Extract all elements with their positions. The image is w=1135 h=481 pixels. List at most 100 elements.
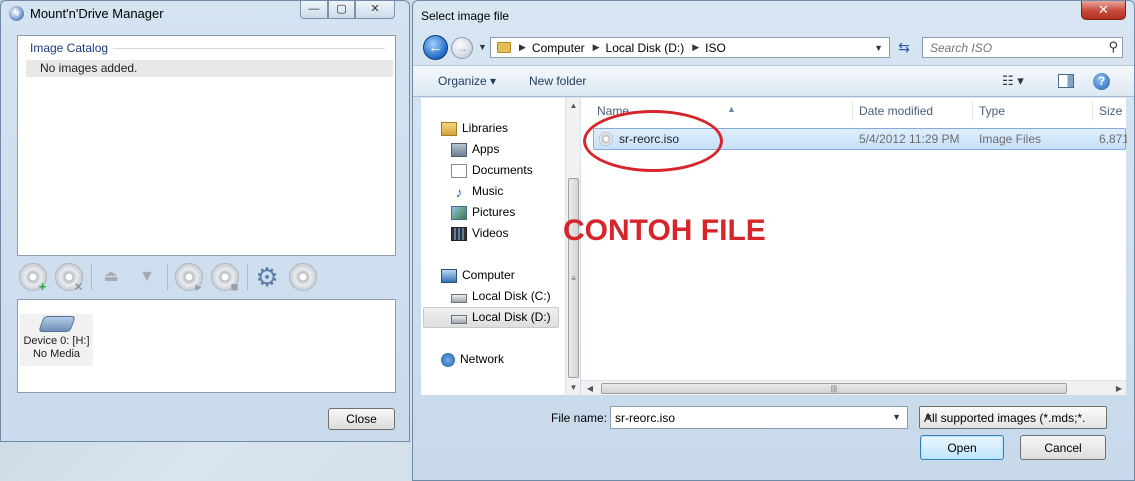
minimize-button[interactable]: —	[300, 1, 328, 19]
annotation-text: CONTOH FILE	[563, 214, 766, 247]
breadcrumb-computer[interactable]: Computer	[532, 41, 585, 55]
scroll-up-arrow-icon[interactable]: ▲	[566, 98, 581, 113]
help-icon[interactable]: ?	[1093, 73, 1110, 90]
command-bar: Organize ▾ New folder ☷ ▾ ?	[413, 65, 1134, 97]
file-name-input[interactable]	[611, 407, 881, 428]
videos-icon	[451, 226, 467, 241]
nav-item-local-disk-c[interactable]: Local Disk (C:)	[451, 287, 551, 306]
nav-item-network[interactable]: Network	[441, 350, 504, 369]
documents-icon	[451, 163, 467, 178]
breadcrumb-local-disk-d[interactable]: Local Disk (D:)	[606, 41, 685, 55]
nav-item-label: Videos	[472, 226, 509, 240]
network-icon	[441, 352, 455, 367]
file-horizontal-scrollbar[interactable]: ◀ ||| ▶	[581, 380, 1126, 395]
mnd-close-window-button[interactable]: ✕	[355, 1, 395, 19]
nav-item-label: Network	[460, 352, 505, 366]
mountndrive-window: ϟ Mount'n'Drive Manager — ▢ ✕ Image Cata…	[0, 0, 410, 442]
file-type-filter-select[interactable]: All supported images (*.mds;*.r ▼	[919, 406, 1107, 429]
new-folder-button[interactable]: New folder	[529, 74, 586, 88]
preview-pane-icon[interactable]	[1058, 74, 1074, 88]
file-name-combobox[interactable]: ▼	[610, 406, 908, 429]
nav-item-computer[interactable]: Computer	[441, 266, 515, 285]
nav-item-pictures[interactable]: Pictures	[451, 203, 515, 222]
open-button[interactable]: Open	[920, 435, 1004, 460]
breadcrumb-iso[interactable]: ISO	[705, 41, 726, 55]
computer-icon	[441, 268, 457, 283]
settings-gear-icon[interactable]: ⚙	[253, 263, 281, 291]
libraries-icon	[441, 121, 457, 136]
mnd-window-controls: — ▢ ✕	[300, 1, 395, 19]
chevron-down-icon[interactable]: ▼	[892, 412, 901, 422]
remove-image-icon[interactable]: ×	[55, 263, 83, 293]
nav-item-videos[interactable]: Videos	[451, 224, 508, 243]
local-disk-icon	[451, 293, 467, 303]
column-header-date-modified[interactable]: Date modified	[853, 101, 973, 121]
catalog-row[interactable]: No images added.	[26, 60, 393, 77]
search-icon[interactable]: ⚲	[1108, 39, 1118, 55]
pictures-icon	[451, 205, 467, 220]
close-button[interactable]: Close	[328, 408, 395, 430]
back-arrow-icon[interactable]: ←	[423, 35, 448, 60]
chevron-right-icon[interactable]: ▶	[593, 42, 600, 53]
nav-item-music[interactable]: ♪ Music	[451, 182, 504, 201]
search-input[interactable]	[923, 38, 1098, 57]
stop-disc-icon[interactable]: ■	[211, 263, 239, 293]
toolbar-separator	[167, 264, 168, 290]
image-catalog-panel[interactable]: Image Catalog No images added.	[17, 35, 396, 256]
organize-button[interactable]: Organize ▾	[438, 74, 496, 88]
file-size-cell: 6,871	[1099, 132, 1127, 146]
column-header-type[interactable]: Type	[973, 101, 1093, 121]
apps-icon	[451, 142, 467, 157]
nav-item-documents[interactable]: Documents	[451, 161, 533, 180]
scrollbar-thumb[interactable]: |||	[601, 383, 1067, 394]
catalog-divider	[113, 48, 385, 49]
mnd-toolbar: + × ⏏ ▼ ▸ ■ ⚙	[17, 260, 397, 294]
maximize-button[interactable]: ▢	[328, 1, 355, 19]
address-dropdown-icon[interactable]: ▼	[874, 43, 883, 53]
scroll-left-arrow-icon[interactable]: ◀	[583, 381, 597, 396]
virtual-device-item[interactable]: Device 0: [H:] No Media	[20, 314, 93, 366]
nav-item-local-disk-d[interactable]: Local Disk (D:)	[423, 307, 559, 328]
nav-item-label: Apps	[472, 142, 500, 156]
music-icon: ♪	[455, 183, 463, 200]
local-disk-icon	[451, 314, 467, 324]
refresh-icon[interactable]: ⇆	[893, 37, 915, 58]
folder-icon	[497, 42, 511, 53]
mount-up-icon[interactable]: ⏏	[100, 268, 122, 286]
add-image-icon[interactable]: +	[19, 263, 47, 293]
nav-item-apps[interactable]: Apps	[451, 140, 499, 159]
image-catalog-legend: Image Catalog	[30, 41, 109, 55]
recent-pages-chevron-icon[interactable]: ▼	[478, 42, 487, 52]
disc-icon[interactable]	[289, 263, 317, 291]
file-date-cell: 5/4/2012 11:29 PM	[859, 132, 960, 146]
nav-item-label: Pictures	[472, 205, 516, 219]
nav-item-label: Documents	[472, 163, 533, 177]
nav-item-label: Computer	[462, 268, 515, 282]
mnd-titlebar[interactable]: ϟ Mount'n'Drive Manager — ▢ ✕	[1, 1, 409, 27]
scrollbar-thumb[interactable]: ≡	[568, 178, 579, 378]
chevron-down-icon[interactable]: ▼	[924, 412, 1086, 422]
column-header-size[interactable]: Size	[1093, 101, 1126, 121]
dialog-title: Select image file	[421, 9, 510, 23]
forward-arrow-icon[interactable]: →	[451, 37, 473, 59]
unmount-down-icon[interactable]: ▼	[136, 268, 158, 286]
toolbar-separator	[91, 264, 92, 290]
change-view-icon[interactable]: ☷ ▾	[1002, 73, 1024, 89]
file-list-pane: Name ▲ Date modified Type Size sr-reorc.…	[563, 98, 1127, 395]
select-image-dialog: Select image file ✕ ← → ▼ ▶ Computer ▶ L…	[412, 0, 1135, 481]
play-disc-icon[interactable]: ▸	[175, 263, 203, 293]
scroll-right-arrow-icon[interactable]: ▶	[1112, 381, 1126, 396]
address-bar[interactable]: ▶ Computer ▶ Local Disk (D:) ▶ ISO ▼	[490, 37, 890, 58]
chevron-right-icon[interactable]: ▶	[692, 42, 699, 53]
dialog-close-button[interactable]: ✕	[1081, 1, 1126, 20]
device-name: Device 0: [H:]	[23, 335, 90, 347]
mnd-window-title: Mount'n'Drive Manager	[30, 6, 164, 21]
file-type-cell: Image Files	[979, 132, 1042, 146]
scroll-down-arrow-icon[interactable]: ▼	[566, 380, 581, 395]
nav-item-libraries[interactable]: Libraries	[441, 119, 508, 138]
sort-ascending-icon: ▲	[727, 104, 736, 114]
nav-item-label: Libraries	[462, 121, 509, 135]
chevron-right-icon[interactable]: ▶	[519, 42, 526, 53]
search-box[interactable]: ⚲	[922, 37, 1123, 58]
cancel-button[interactable]: Cancel	[1020, 435, 1106, 460]
